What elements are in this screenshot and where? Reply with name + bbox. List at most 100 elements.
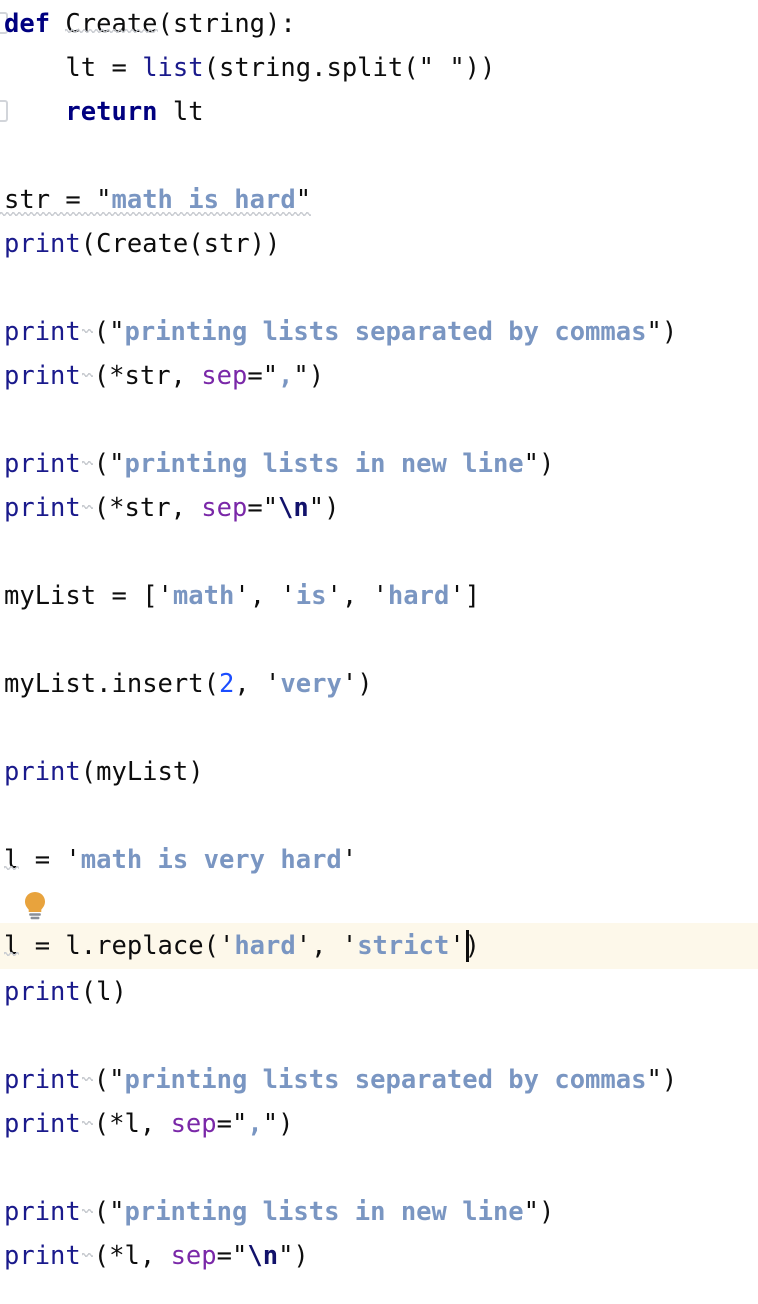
token-builtin-print: print (4, 977, 81, 1007)
code-line[interactable]: print (*l, sep=",") (0, 1102, 758, 1146)
code-line-blank[interactable] (0, 134, 758, 178)
code-editor[interactable]: def Create(string): lt = list(string.spl… (0, 0, 758, 1304)
code-line-blank[interactable] (0, 706, 758, 750)
code-line[interactable]: print(l) (0, 970, 758, 1014)
token-string-very: very (280, 669, 342, 699)
token-string-printing-newline: printing lists in new line (124, 1197, 524, 1227)
lightbulb-intention-icon[interactable] (20, 890, 50, 922)
token-builtin-print: print (4, 1109, 81, 1139)
token-escape-newline: \n (278, 493, 309, 523)
code-line[interactable]: myList.insert(2, 'very') (0, 662, 758, 706)
token-quote: " (418, 53, 434, 83)
token-call-create: Create (96, 229, 189, 259)
token-star: * (109, 361, 125, 391)
code-line-blank[interactable] (0, 618, 758, 662)
token-rparen: ) (188, 757, 204, 787)
token-dot: . (96, 669, 112, 699)
code-line[interactable]: lt = list(string.split(" ")) (0, 46, 758, 90)
token-var-l: l (124, 1109, 140, 1139)
token-lparen: ( (93, 1109, 110, 1139)
token-comma: , (170, 361, 202, 391)
token-string-space (434, 53, 449, 83)
code-line-blank[interactable] (0, 266, 758, 310)
token-rparen: ) (539, 449, 555, 479)
token-var-str: str (124, 493, 171, 523)
token-string-math: math (172, 581, 235, 611)
code-line[interactable]: def Create(string): (0, 2, 758, 46)
token-quote: ' (449, 581, 465, 611)
token-dot: . (80, 931, 97, 961)
token-string-math-is-hard: math is hard (111, 185, 296, 215)
code-line[interactable]: l = 'math is very hard' (0, 838, 758, 882)
token-quote: " (231, 1109, 248, 1139)
token-var-l: l (124, 1241, 140, 1271)
code-line[interactable]: print (*str, sep="\n") (0, 486, 758, 530)
token-builtin-list: list (142, 53, 204, 83)
token-function-name-create: Create (65, 9, 158, 39)
code-line-blank[interactable] (0, 398, 758, 442)
token-method-split: split (326, 53, 404, 83)
code-line-current[interactable]: l = l.replace('hard', 'strict') (0, 924, 758, 968)
token-builtin-print: print (4, 493, 81, 523)
token-lparen: ( (93, 361, 110, 391)
token-assign: = (19, 931, 66, 961)
code-line[interactable]: print(myList) (0, 750, 758, 794)
token-quote: " (308, 493, 325, 523)
token-quote: " (295, 185, 312, 215)
token-lparen: ( (93, 1241, 110, 1271)
token-dot: . (311, 53, 327, 83)
token-equals: = (216, 1109, 232, 1139)
token-quote: ' (326, 581, 342, 611)
code-line[interactable]: print (*l, sep="\n") (0, 1234, 758, 1278)
token-quote: ' (341, 845, 358, 875)
code-line[interactable]: print(Create(str)) (0, 222, 758, 266)
token-var-str: str (203, 229, 250, 259)
token-lparen: ( (93, 449, 110, 479)
token-quote: ' (449, 931, 465, 961)
token-quote: ' (280, 581, 296, 611)
token-var-l: l (65, 931, 81, 961)
code-line[interactable]: print ("printing lists in new line") (0, 442, 758, 486)
token-rparen: ) (278, 1109, 294, 1139)
token-keyword-return: return (65, 97, 158, 127)
code-line[interactable]: print ("printing lists separated by comma… (0, 310, 758, 354)
code-line-blank[interactable] (0, 530, 758, 574)
token-string-hard: hard (387, 581, 450, 611)
code-line[interactable]: print (*str, sep=",") (0, 354, 758, 398)
code-line[interactable]: myList = ['math', 'is', 'hard'] (0, 574, 758, 618)
code-line-blank[interactable] (0, 794, 758, 838)
token-lparen: ( (93, 1197, 110, 1227)
token-kwarg-sep: sep (201, 361, 248, 391)
code-line[interactable]: print ("printing lists in new line") (0, 1190, 758, 1234)
code-line-blank[interactable] (0, 1014, 758, 1058)
token-star: * (109, 493, 125, 523)
token-builtin-print: print (4, 1241, 81, 1271)
token-string-strict: strict (357, 931, 450, 961)
token-quote: " (231, 1241, 248, 1271)
token-var-lt: lt (65, 53, 97, 83)
token-rparen: ) (661, 317, 678, 347)
token-kwarg-sep: sep (201, 493, 248, 523)
token-string-is: is (295, 581, 327, 611)
token-comma: , (311, 931, 342, 961)
token-kwarg-sep: sep (170, 1109, 217, 1139)
token-number-2: 2 (218, 669, 235, 699)
code-line-blank[interactable] (0, 1146, 758, 1190)
token-quote: " (109, 317, 125, 347)
token-rparen: ) (539, 1197, 555, 1227)
token-builtin-print: print (4, 1065, 81, 1095)
token-star: * (109, 1109, 125, 1139)
code-line[interactable]: print ("printing lists separated by comma… (0, 1058, 758, 1102)
token-rparen: ) (265, 229, 281, 259)
token-kwarg-sep: sep (170, 1241, 217, 1271)
token-var-str: str (124, 361, 171, 391)
token-string-comma: , (278, 361, 294, 391)
code-line[interactable]: str = "math is hard" (0, 178, 758, 222)
code-line[interactable]: return lt (0, 90, 758, 134)
token-equals: = (247, 493, 263, 523)
token-assign: = (96, 53, 143, 83)
token-string-comma: , (247, 1109, 263, 1139)
token-var-l: l (4, 931, 20, 961)
